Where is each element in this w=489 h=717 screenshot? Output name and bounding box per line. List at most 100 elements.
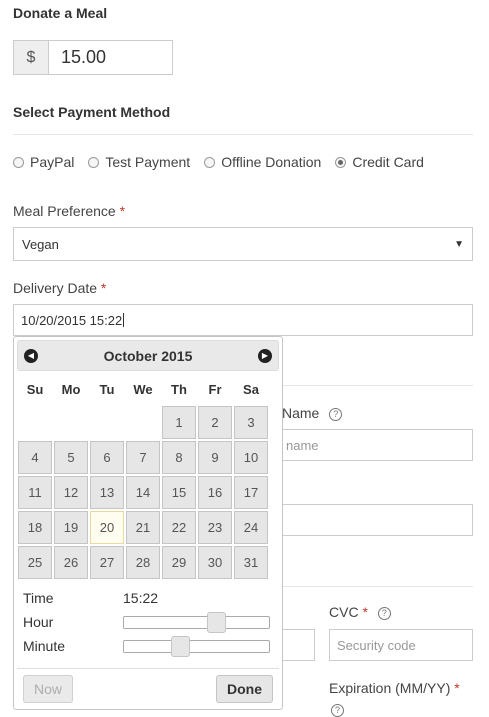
donate-heading: Donate a Meal bbox=[13, 5, 108, 21]
calendar-day[interactable]: 8 bbox=[162, 441, 196, 474]
meal-preference-label: Meal Preference * bbox=[13, 203, 125, 219]
calendar-day[interactable]: 5 bbox=[54, 441, 88, 474]
radio-option-offline-donation[interactable]: Offline Donation bbox=[204, 154, 321, 170]
card-number-input[interactable] bbox=[270, 504, 473, 536]
calendar-day[interactable]: 22 bbox=[162, 511, 196, 544]
radio-test-payment[interactable] bbox=[88, 156, 100, 168]
card-name-placeholder: name bbox=[286, 437, 319, 453]
calendar-day[interactable]: 15 bbox=[162, 476, 196, 509]
meal-preference-select[interactable]: Vegan ▼ bbox=[13, 227, 473, 261]
help-icon[interactable]: ? bbox=[329, 408, 343, 421]
radio-offline-donation[interactable] bbox=[204, 156, 216, 168]
help-icon[interactable]: ? bbox=[331, 704, 344, 717]
time-value: 15:22 bbox=[123, 590, 159, 606]
calendar-day[interactable]: 2 bbox=[198, 406, 232, 439]
calendar-empty-cell bbox=[54, 406, 88, 439]
radio-label-offline-donation: Offline Donation bbox=[221, 154, 322, 170]
datepicker-month-title: October 2015 bbox=[103, 347, 193, 364]
calendar-day[interactable]: 3 bbox=[234, 406, 268, 439]
weekday-header: Su bbox=[26, 381, 44, 397]
card-name-label-text: Name bbox=[282, 405, 320, 421]
minute-label: Minute bbox=[23, 638, 66, 654]
delivery-date-label-text: Delivery Date bbox=[13, 280, 98, 296]
weekday-header: We bbox=[133, 381, 153, 397]
calendar-empty-cell bbox=[90, 406, 124, 439]
hour-slider-handle[interactable] bbox=[207, 611, 226, 633]
calendar-day[interactable]: 30 bbox=[198, 546, 232, 579]
card-name-label: Name ? bbox=[282, 405, 343, 421]
calendar-day[interactable]: 6 bbox=[90, 441, 124, 474]
datepicker-calendar-grid: 1 2 3 4 5 6 7 8 9 10 11 12 13 14 15 16 17 18 19 20 21 22 23 24 2… bbox=[17, 405, 279, 580]
calendar-day[interactable]: 4 bbox=[18, 441, 52, 474]
calendar-day[interactable]: 18 bbox=[18, 511, 52, 544]
meal-preference-label-text: Meal Preference bbox=[13, 203, 116, 219]
calendar-day[interactable]: 26 bbox=[54, 546, 88, 579]
calendar-day[interactable]: 14 bbox=[126, 476, 160, 509]
time-label: Time bbox=[23, 590, 54, 606]
prev-month-arrow-icon[interactable]: ◀ bbox=[24, 348, 38, 363]
time-row: Time 15:22 bbox=[23, 586, 279, 610]
calendar-day-today[interactable]: 20 bbox=[90, 511, 124, 544]
calendar-day[interactable]: 13 bbox=[90, 476, 124, 509]
calendar-day[interactable]: 29 bbox=[162, 546, 196, 579]
dropdown-caret-icon: ▼ bbox=[454, 238, 464, 250]
calendar-day[interactable]: 25 bbox=[18, 546, 52, 579]
radio-label-credit-card: Credit Card bbox=[352, 154, 424, 170]
expiration-label: Expiration (MM/YY) * bbox=[329, 680, 460, 696]
calendar-empty-cell bbox=[18, 406, 52, 439]
meal-preference-value: Vegan bbox=[22, 236, 59, 252]
done-button[interactable]: Done bbox=[216, 675, 273, 703]
minute-slider-handle[interactable] bbox=[171, 635, 190, 657]
radio-option-credit-card[interactable]: Credit Card bbox=[335, 154, 424, 170]
calendar-day[interactable]: 19 bbox=[54, 511, 88, 544]
radio-option-paypal[interactable]: PayPal bbox=[13, 154, 74, 170]
cvc-input[interactable]: Security code bbox=[329, 629, 473, 661]
datepicker-weekdays: Su Mo Tu We Th Fr Sa bbox=[17, 377, 279, 401]
payment-heading: Select Payment Method bbox=[13, 104, 171, 120]
required-marker: * bbox=[119, 203, 126, 219]
required-marker: * bbox=[362, 604, 368, 620]
calendar-day[interactable]: 31 bbox=[234, 546, 268, 579]
calendar-day[interactable]: 9 bbox=[198, 441, 232, 474]
cvc-placeholder: Security code bbox=[337, 637, 416, 653]
radio-label-test-payment: Test Payment bbox=[105, 154, 191, 170]
cvc-label-text: CVC bbox=[329, 604, 359, 620]
minute-row: Minute bbox=[23, 634, 279, 658]
delivery-date-value: 10/20/2015 15:22 bbox=[21, 312, 123, 328]
amount-input[interactable]: 15.00 bbox=[49, 40, 173, 75]
radio-label-paypal: PayPal bbox=[30, 154, 75, 170]
calendar-day[interactable]: 1 bbox=[162, 406, 196, 439]
required-marker: * bbox=[100, 280, 107, 296]
calendar-day[interactable]: 23 bbox=[198, 511, 232, 544]
help-icon[interactable]: ? bbox=[377, 607, 391, 620]
calendar-day[interactable]: 11 bbox=[18, 476, 52, 509]
calendar-day[interactable]: 17 bbox=[234, 476, 268, 509]
calendar-day[interactable]: 7 bbox=[126, 441, 160, 474]
calendar-day[interactable]: 10 bbox=[234, 441, 268, 474]
amount-group: $ 15.00 bbox=[13, 40, 173, 75]
datepicker-time-panel: Time 15:22 Hour Minute bbox=[17, 586, 279, 658]
hour-slider[interactable] bbox=[123, 611, 270, 633]
calendar-day[interactable]: 24 bbox=[234, 511, 268, 544]
calendar-empty-cell bbox=[126, 406, 160, 439]
cvc-label: CVC * ? bbox=[329, 604, 391, 620]
currency-addon: $ bbox=[13, 40, 49, 75]
calendar-day[interactable]: 16 bbox=[198, 476, 232, 509]
payment-method-radios: PayPal Test Payment Offline Donation Cre… bbox=[13, 152, 438, 172]
radio-credit-card[interactable] bbox=[335, 156, 347, 168]
next-month-arrow-icon[interactable]: ▶ bbox=[258, 348, 272, 363]
calendar-day[interactable]: 12 bbox=[54, 476, 88, 509]
hour-row: Hour bbox=[23, 610, 279, 634]
calendar-day[interactable]: 27 bbox=[90, 546, 124, 579]
expiration-help: ? bbox=[329, 701, 344, 717]
calendar-day[interactable]: 28 bbox=[126, 546, 160, 579]
now-button[interactable]: Now bbox=[23, 675, 74, 703]
card-name-input[interactable]: name bbox=[270, 429, 473, 461]
calendar-day[interactable]: 21 bbox=[126, 511, 160, 544]
datepicker-buttons: Now Done bbox=[17, 668, 279, 703]
minute-slider[interactable] bbox=[123, 635, 270, 657]
delivery-date-input[interactable]: 10/20/2015 15:22 bbox=[13, 304, 473, 336]
radio-paypal[interactable] bbox=[13, 156, 24, 168]
delivery-date-label: Delivery Date * bbox=[13, 280, 106, 296]
radio-option-test-payment[interactable]: Test Payment bbox=[88, 154, 190, 170]
